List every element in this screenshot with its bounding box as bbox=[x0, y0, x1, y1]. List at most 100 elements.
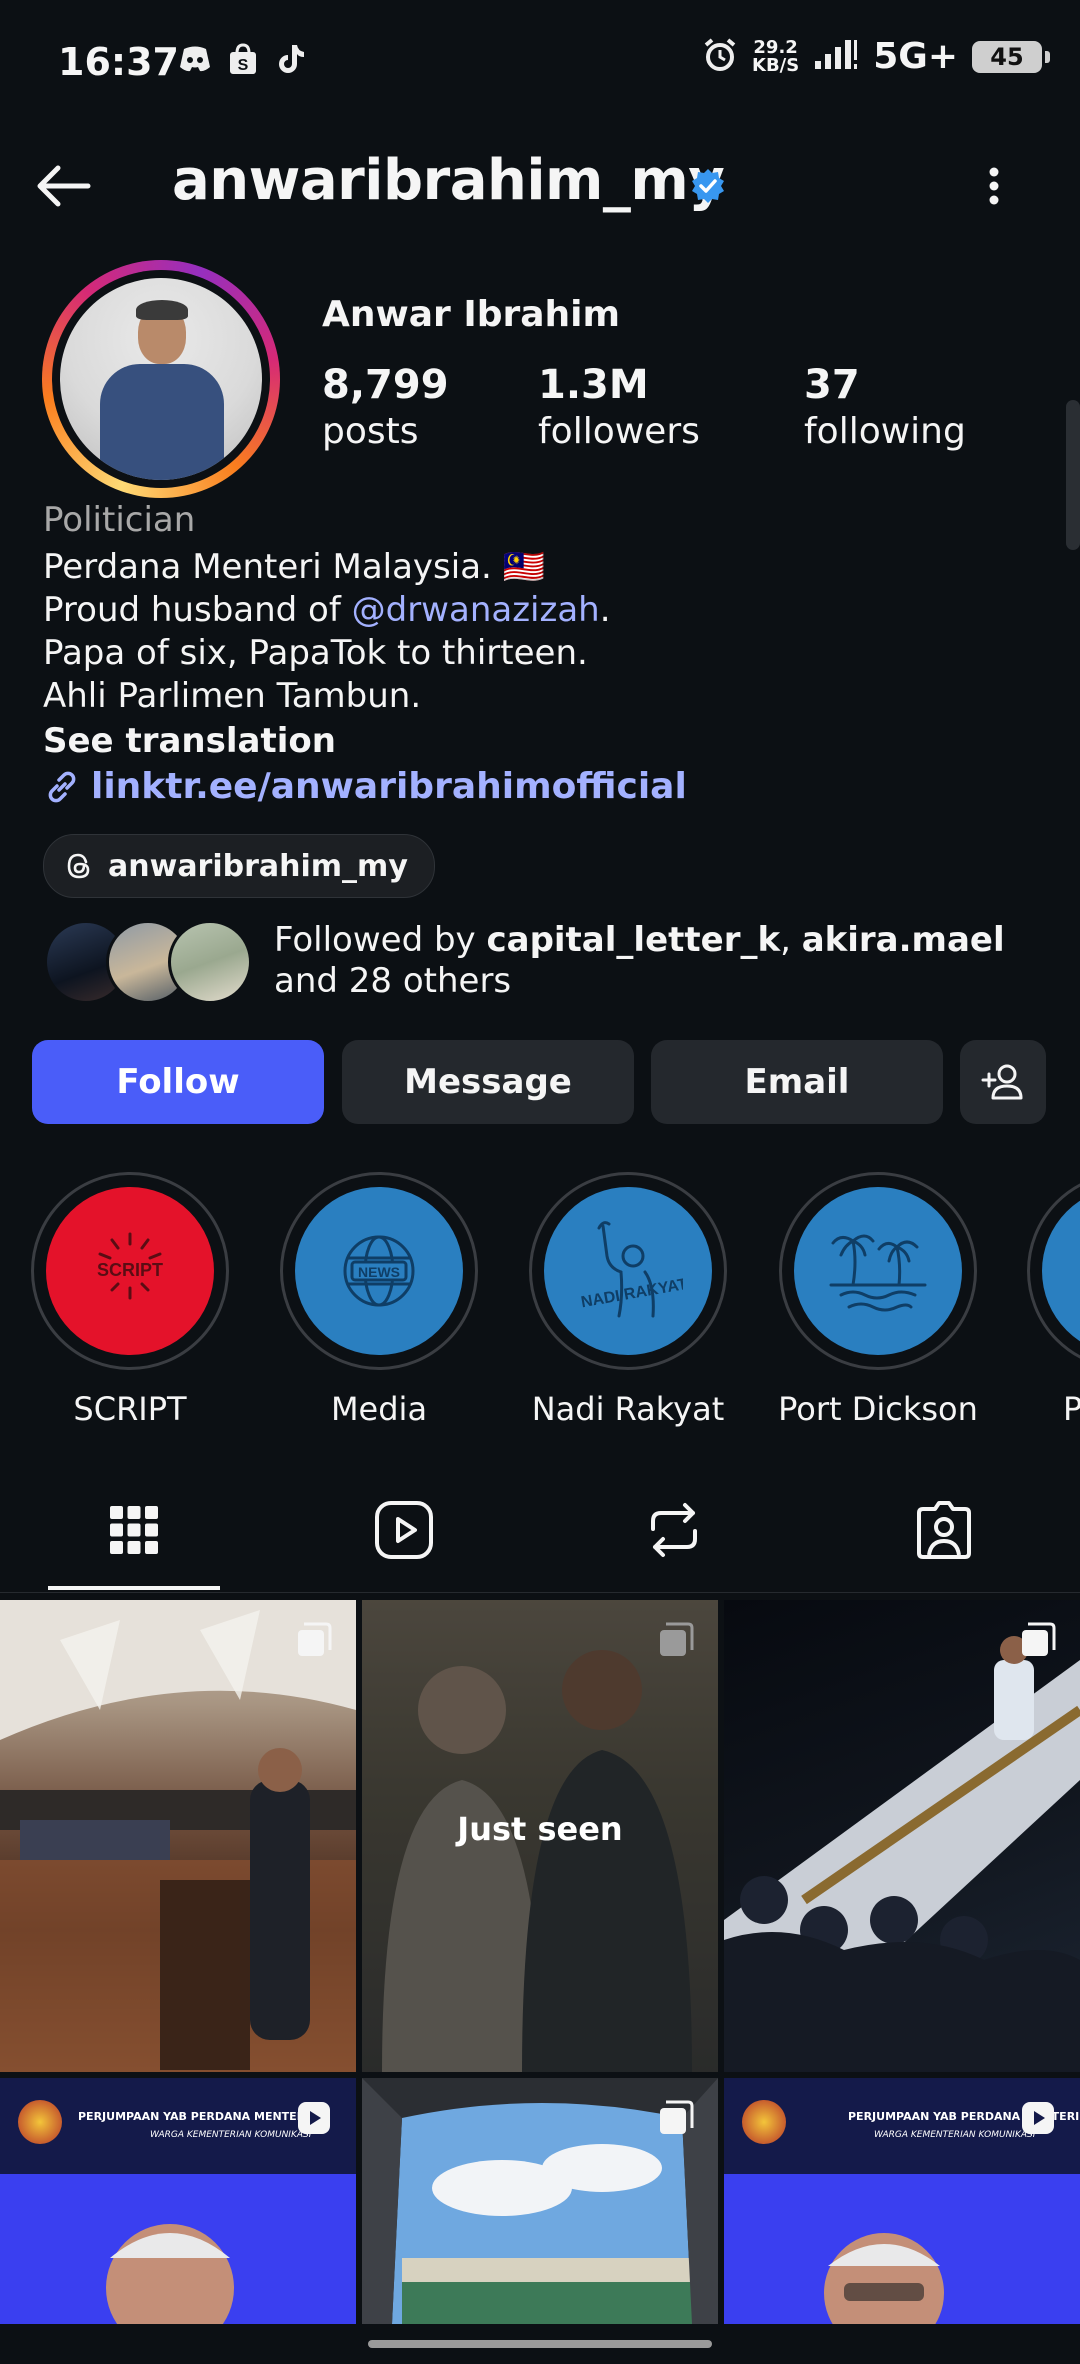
profile-avatar-story-ring[interactable] bbox=[42, 260, 280, 498]
network-type: 5G+ bbox=[873, 36, 958, 77]
active-tab-indicator bbox=[48, 1586, 220, 1590]
highlight-partial[interactable]: P bbox=[1027, 1172, 1080, 1422]
palm-beach-icon bbox=[829, 1234, 927, 1312]
highlight-label: P bbox=[1063, 1390, 1080, 1422]
highlight-script[interactable]: SCRIPT SCRIPT bbox=[30, 1172, 230, 1428]
reels-icon bbox=[375, 1501, 433, 1559]
status-time: 16:37 bbox=[58, 40, 179, 84]
network-speed-unit: KB/S bbox=[752, 54, 800, 76]
mutual-follower-2: akira.mael bbox=[801, 920, 1005, 960]
posts-stat[interactable]: 8,799 posts bbox=[322, 362, 449, 456]
highlight-label: Nadi Rakyat bbox=[531, 1390, 725, 1428]
media-highlight-cover: NEWS bbox=[295, 1187, 463, 1355]
bio-line-2-prefix: Proud husband of bbox=[43, 590, 352, 630]
tab-tagged[interactable] bbox=[904, 1490, 984, 1570]
email-button[interactable]: Email bbox=[651, 1040, 943, 1124]
post-tile[interactable]: PERJUMPAAN YAB PERDANA MENTERI WARGA KEM… bbox=[724, 2078, 1080, 2324]
mutual-followers-avatars[interactable] bbox=[44, 920, 254, 1004]
following-stat[interactable]: 37 following bbox=[804, 362, 966, 456]
bio-line-1: Perdana Menteri Malaysia. 🇲🇾 bbox=[43, 547, 545, 587]
port-dickson-highlight-cover bbox=[794, 1187, 962, 1355]
tab-reposts[interactable] bbox=[634, 1490, 714, 1570]
multiple-photos-icon bbox=[296, 1622, 332, 1658]
posts-label: posts bbox=[322, 411, 419, 452]
highlight-label: SCRIPT bbox=[73, 1390, 187, 1428]
avatar bbox=[60, 278, 262, 480]
display-name: Anwar Ibrahim bbox=[322, 294, 621, 335]
post-tile[interactable]: PERJUMPAAN YAB PERDANA MENTERI WARGA KEM… bbox=[0, 2078, 356, 2324]
raised-fist-icon: NADI RAKYAT bbox=[580, 1221, 683, 1318]
profile-category: Politician bbox=[43, 500, 196, 540]
message-button[interactable]: Message bbox=[342, 1040, 634, 1124]
followers-label: followers bbox=[538, 411, 700, 452]
discord-icon bbox=[178, 42, 212, 76]
battery-icon: 45 bbox=[972, 40, 1050, 73]
highlight-label: Media bbox=[330, 1390, 428, 1428]
add-person-icon bbox=[981, 1064, 1023, 1100]
external-link-text: linktr.ee/anwaribrahimofficial bbox=[91, 766, 687, 807]
reel-icon bbox=[1020, 2100, 1056, 2136]
followed-by-suffix: and 28 others bbox=[274, 961, 512, 1001]
home-indicator[interactable] bbox=[368, 2340, 712, 2348]
back-arrow-icon bbox=[37, 165, 91, 207]
script-logo-icon: SCRIPT bbox=[97, 1232, 163, 1300]
post-tile[interactable]: Just seen bbox=[362, 1600, 718, 2072]
just-seen-label: Just seen bbox=[457, 1810, 623, 1848]
tagged-person-icon bbox=[917, 1501, 971, 1559]
mutual-follower-1: capital_letter_k bbox=[486, 920, 781, 960]
threads-handle: anwaribrahim_my bbox=[108, 848, 408, 884]
shopee-icon: S bbox=[226, 42, 260, 76]
avatar bbox=[168, 920, 252, 1004]
threads-profile-button[interactable]: anwaribrahim_my bbox=[43, 834, 435, 898]
followed-by-separator: , bbox=[780, 920, 802, 960]
highlight-port-dickson[interactable]: Port Dickson bbox=[778, 1172, 978, 1428]
back-button[interactable] bbox=[30, 150, 102, 222]
script-logo-text: SCRIPT bbox=[97, 1260, 163, 1280]
see-translation-link[interactable]: See translation bbox=[43, 721, 336, 761]
more-options-button[interactable] bbox=[970, 150, 1018, 222]
bio-line-3: Papa of six, PapaTok to thirteen. bbox=[43, 633, 588, 673]
tab-posts-grid[interactable] bbox=[94, 1490, 174, 1570]
signal-icon bbox=[813, 39, 859, 75]
following-count: 37 bbox=[804, 362, 860, 408]
followers-count: 1.3M bbox=[538, 362, 649, 408]
news-text: NEWS bbox=[358, 1264, 400, 1280]
network-speed-value: 29.2 bbox=[753, 36, 798, 58]
svg-text:S: S bbox=[238, 57, 249, 74]
bio-line-4: Ahli Parlimen Tambun. bbox=[43, 676, 422, 716]
more-vertical-icon bbox=[989, 167, 999, 205]
following-label: following bbox=[804, 411, 966, 452]
bio-line-2: Proud husband of @drwanazizah. bbox=[43, 589, 611, 632]
post-thumbnail bbox=[0, 1600, 356, 2072]
followed-by-text[interactable]: Followed by capital_letter_k, akira.mael… bbox=[274, 920, 1034, 1002]
threads-icon bbox=[67, 853, 90, 879]
alarm-icon bbox=[702, 37, 738, 77]
grid-icon bbox=[110, 1506, 158, 1554]
tabs-divider bbox=[0, 1592, 1080, 1593]
scrollbar[interactable] bbox=[1066, 400, 1080, 550]
tiktok-icon bbox=[274, 42, 308, 76]
highlight-media[interactable]: NEWS Media bbox=[279, 1172, 479, 1428]
nadi-rakyat-logo-text: NADI RAKYAT bbox=[580, 1276, 683, 1311]
post-tile[interactable] bbox=[0, 1600, 356, 2072]
tab-reels[interactable] bbox=[364, 1490, 444, 1570]
followers-stat[interactable]: 1.3M followers bbox=[538, 362, 700, 456]
system-status: 29.2 KB/S 5G+ 45 bbox=[702, 36, 1050, 77]
nadi-rakyat-highlight-cover: NADI RAKYAT bbox=[544, 1187, 712, 1355]
network-speed: 29.2 KB/S bbox=[752, 36, 800, 76]
follow-button[interactable]: Follow bbox=[32, 1040, 324, 1124]
suggested-accounts-button[interactable] bbox=[960, 1040, 1046, 1124]
external-link[interactable]: linktr.ee/anwaribrahimofficial bbox=[43, 766, 687, 807]
post-tile[interactable] bbox=[362, 2078, 718, 2324]
highlight-label: Port Dickson bbox=[778, 1390, 978, 1428]
bio-mention-link[interactable]: @drwanazizah bbox=[352, 590, 600, 630]
news-globe-icon: NEWS bbox=[343, 1235, 415, 1307]
post-tile[interactable] bbox=[724, 1600, 1080, 2072]
multiple-photos-icon bbox=[658, 1622, 694, 1658]
reel-icon bbox=[296, 2100, 332, 2136]
repost-icon bbox=[651, 1503, 697, 1557]
bio-line-2-suffix: . bbox=[599, 590, 611, 630]
script-highlight-cover: SCRIPT bbox=[46, 1187, 214, 1355]
posts-count: 8,799 bbox=[322, 362, 449, 408]
highlight-nadi-rakyat[interactable]: NADI RAKYAT Nadi Rakyat bbox=[528, 1172, 728, 1428]
